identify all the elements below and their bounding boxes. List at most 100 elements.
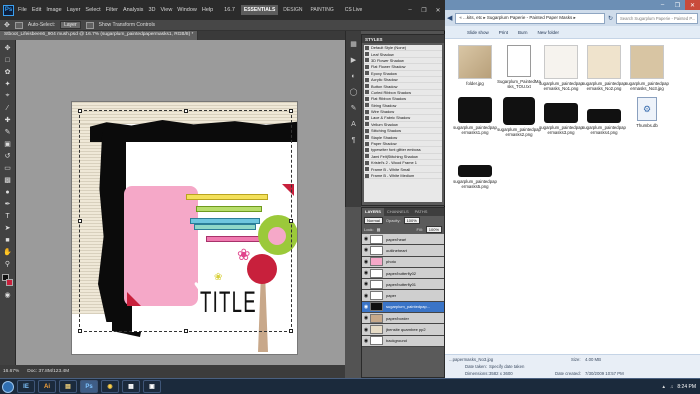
transform-handle[interactable] xyxy=(184,329,188,333)
paragraph-panel-icon[interactable]: ¶ xyxy=(349,135,359,145)
menu-file[interactable]: File xyxy=(18,7,27,13)
file-item[interactable]: Sugarplum_PaintedMasks_TOU.txt xyxy=(497,45,541,89)
visibility-eye-icon[interactable]: ◉ xyxy=(362,304,370,310)
menu-view[interactable]: View xyxy=(160,7,172,13)
zoom-tool-icon[interactable]: ⚲ xyxy=(3,259,13,269)
canvas-area[interactable]: ❀ ❀ ♥ TITLE xyxy=(16,40,345,365)
actions-panel-icon[interactable]: ▶ xyxy=(349,55,359,65)
file-item[interactable]: sugarplum_paintedpapermasks5.png xyxy=(453,151,497,189)
crop-tool-icon[interactable]: ⌖ xyxy=(3,91,13,101)
blend-mode-dropdown[interactable]: Normal xyxy=(364,217,383,224)
style-item[interactable]: Frame B - White Medium xyxy=(364,173,442,180)
refresh-icon[interactable]: ↻ xyxy=(608,15,613,22)
search-input[interactable]: Search Sugarplum Paperie - Painted P... xyxy=(616,12,698,24)
slide-show-button[interactable]: Slide show xyxy=(467,30,489,35)
background-color-swatch[interactable] xyxy=(5,279,13,286)
visibility-eye-icon[interactable]: ◉ xyxy=(362,247,370,253)
visibility-eye-icon[interactable]: ◉ xyxy=(362,293,370,299)
file-item[interactable]: sugarplum_paintedpapermasks1.png xyxy=(453,97,497,135)
workspace-painting[interactable]: PAINTING xyxy=(307,5,336,15)
transform-handle[interactable] xyxy=(289,329,293,333)
print-button[interactable]: Print xyxy=(499,30,508,35)
transform-handle[interactable] xyxy=(289,219,293,223)
address-bar[interactable]: « ...kits, etc ▸ Sugarplum Paperie - Pai… xyxy=(455,12,605,24)
dodge-tool-icon[interactable]: ● xyxy=(3,187,13,197)
auto-select-dropdown[interactable]: Layer xyxy=(60,21,81,29)
status-doc-size[interactable]: Doc: 37.8M/123.4M xyxy=(27,369,69,374)
status-zoom[interactable]: 16.67% xyxy=(3,369,19,374)
minimize-icon[interactable]: – xyxy=(655,0,670,10)
details-date-value[interactable]: Specify date taken xyxy=(489,364,524,369)
visibility-eye-icon[interactable]: ◉ xyxy=(362,338,370,344)
layer-row[interactable]: ◉ photo xyxy=(362,256,444,268)
layer-row[interactable]: ◉ paper/border xyxy=(362,313,444,325)
file-item[interactable]: sugarplum_paintedpapermasks3.png xyxy=(539,97,583,135)
menu-window[interactable]: Window xyxy=(177,7,197,13)
menu-help[interactable]: Help xyxy=(202,7,213,13)
menu-analysis[interactable]: Analysis xyxy=(123,7,143,13)
menu-select[interactable]: Select xyxy=(85,7,100,13)
new-folder-button[interactable]: New folder xyxy=(538,30,560,35)
color-swatches[interactable] xyxy=(1,274,14,288)
taskbar-explorer-icon[interactable]: ▤ xyxy=(59,380,77,393)
close-icon[interactable]: ✕ xyxy=(685,0,700,10)
transform-bounding-box[interactable] xyxy=(78,109,293,333)
magic-wand-icon[interactable]: ✦ xyxy=(3,79,13,89)
file-item[interactable]: sugarplum_paintedpapermasks4.png xyxy=(582,97,626,135)
tab-channels[interactable]: CHANNELS xyxy=(384,208,412,216)
layer-row[interactable]: ◉ paper/butterfly02 xyxy=(362,267,444,280)
menu-layer[interactable]: Layer xyxy=(67,7,81,13)
layer-row[interactable]: ◉ paper xyxy=(362,290,444,302)
file-item[interactable]: sugarplum_paintedpapermasks_No3.jpg xyxy=(625,45,669,91)
visibility-eye-icon[interactable]: ◉ xyxy=(362,259,370,265)
menu-3d[interactable]: 3D xyxy=(148,7,155,13)
cs-live-button[interactable]: CS Live xyxy=(345,7,363,13)
tab-layers[interactable]: LAYERS xyxy=(362,208,384,216)
file-item[interactable]: sugarplum_paintedpapermasks2.png xyxy=(497,97,541,137)
restore-icon[interactable]: ❐ xyxy=(417,5,431,16)
taskbar-app-icon[interactable]: ▦ xyxy=(122,380,140,393)
transform-handle[interactable] xyxy=(184,109,188,113)
layer-row[interactable]: ◉ paper/butterfly01 xyxy=(362,279,444,291)
workspace-design[interactable]: DESIGN xyxy=(280,5,305,15)
start-button-icon[interactable] xyxy=(2,380,14,393)
visibility-eye-icon[interactable]: ◉ xyxy=(362,315,370,321)
pen-tool-icon[interactable]: ✒ xyxy=(3,199,13,209)
quick-mask-icon[interactable]: ◉ xyxy=(3,290,13,300)
workspace-essentials[interactable]: ESSENTIALS xyxy=(240,5,279,15)
brush-tool-icon[interactable]: ✎ xyxy=(3,127,13,137)
move-tool-icon[interactable]: ✥ xyxy=(4,21,10,29)
network-icon[interactable]: ▲ xyxy=(662,384,666,389)
visibility-eye-icon[interactable]: ◉ xyxy=(362,270,370,276)
volume-icon[interactable]: ♫ xyxy=(670,384,673,389)
move-tool-icon[interactable]: ✥ xyxy=(3,43,13,53)
transform-controls-checkbox[interactable] xyxy=(85,21,94,29)
brush-panel-icon[interactable]: ✎ xyxy=(349,103,359,113)
marquee-tool-icon[interactable]: □ xyxy=(3,55,13,65)
file-item[interactable]: sugarplum_paintedpapermasks_No1.png xyxy=(539,45,583,91)
taskbar-app-icon[interactable]: ▣ xyxy=(143,380,161,393)
shape-tool-icon[interactable]: ■ xyxy=(3,235,13,245)
auto-select-checkbox[interactable] xyxy=(14,21,23,29)
layer-row[interactable]: ◉ outlineheart xyxy=(362,245,444,257)
transform-handle[interactable] xyxy=(289,109,293,113)
restore-icon[interactable]: ❐ xyxy=(670,0,685,10)
layer-row[interactable]: ◉ paper/heart xyxy=(362,234,444,246)
adjustments-panel-icon[interactable]: ◐ xyxy=(349,71,359,81)
taskbar-photoshop-icon[interactable]: Ps xyxy=(80,380,98,393)
styles-panel-title[interactable]: STYLES xyxy=(362,35,444,43)
type-tool-icon[interactable]: T xyxy=(3,211,13,221)
visibility-eye-icon[interactable]: ◉ xyxy=(362,281,370,287)
clock[interactable]: 8:24 PM xyxy=(677,384,696,390)
layer-row[interactable]: ◉ jbensite quarnbee pp2 xyxy=(362,324,444,336)
menu-edit[interactable]: Edit xyxy=(32,7,41,13)
file-item[interactable]: ⚙ Thumbs.db xyxy=(625,97,669,128)
taskbar-illustrator-icon[interactable]: Ai xyxy=(38,380,56,393)
transform-handle[interactable] xyxy=(78,329,82,333)
taskbar-chrome-icon[interactable]: ◉ xyxy=(101,380,119,393)
eyedropper-icon[interactable]: ⁄ xyxy=(3,103,13,113)
history-panel-icon[interactable]: ▦ xyxy=(349,39,359,49)
history-brush-icon[interactable]: ↺ xyxy=(3,151,13,161)
path-select-icon[interactable]: ➤ xyxy=(3,223,13,233)
tab-paths[interactable]: PATHS xyxy=(412,208,431,216)
